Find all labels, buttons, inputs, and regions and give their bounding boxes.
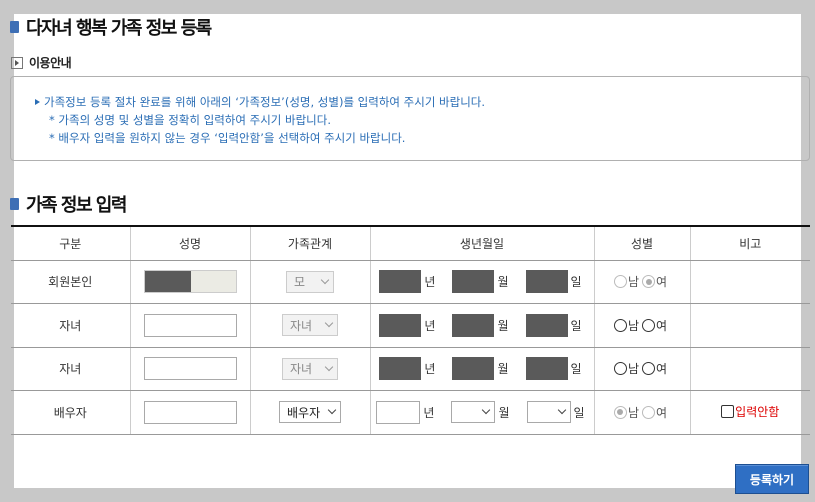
family-table: 구분 성명 가족관계 생년월일 성별 비고 회원본인 모 년 월 일 남 여 자… — [11, 225, 810, 435]
birth-month-masked — [452, 270, 495, 294]
col-note: 비고 — [689, 225, 810, 261]
guide-title: 이용안내 — [11, 54, 72, 71]
gender-female-radio[interactable] — [642, 318, 655, 332]
table-header-row: 구분 성명 가족관계 생년월일 성별 비고 — [11, 225, 810, 261]
checkbox-icon[interactable] — [721, 405, 735, 419]
table-row: 자녀 자녀 년 월 일 남 여 — [11, 303, 810, 348]
relation-select-child-2: 자녀 — [282, 357, 338, 380]
page-title: 다자녀 행복 가족 정보 등록 — [10, 14, 212, 40]
birth-year-masked — [379, 270, 422, 294]
name-input-spouse[interactable] — [143, 400, 237, 424]
no-input-checkbox[interactable]: 입력안함 — [721, 403, 779, 420]
birth-day-masked — [525, 357, 568, 381]
row-note — [689, 260, 810, 304]
guide-title-text: 이용안내 — [29, 56, 72, 70]
birth-month-select[interactable] — [451, 401, 496, 424]
row-note — [689, 347, 810, 391]
gender-male-radio[interactable] — [613, 318, 627, 332]
name-input-child-1[interactable] — [143, 313, 237, 337]
guide-line-1: 가족정보 등록 절차 완료를 위해 아래의 ‘가족정보’(성명, 성별)를 입력… — [35, 93, 809, 111]
guide-box: 가족정보 등록 절차 완료를 위해 아래의 ‘가족정보’(성명, 성별)를 입력… — [10, 76, 810, 161]
row-category: 회원본인 — [11, 260, 130, 304]
gender-female-radio — [642, 275, 655, 289]
chevron-down-icon — [327, 406, 337, 415]
name-input-child-2[interactable] — [143, 357, 237, 381]
relation-select-self: 모 — [286, 270, 334, 293]
gender-female-radio — [642, 405, 655, 419]
page-title-text: 다자녀 행복 가족 정보 등록 — [26, 18, 212, 39]
birth-month-masked — [452, 357, 495, 381]
relation-select-child-1: 자녀 — [282, 314, 338, 337]
guide-line-3: * 배우자 입력을 원하지 않는 경우 ‘입력안함’을 선택하여 주시기 바랍니… — [49, 131, 406, 145]
form-title-text: 가족 정보 입력 — [26, 195, 127, 216]
chevron-down-icon — [324, 362, 334, 371]
name-input-self — [143, 270, 237, 294]
chevron-down-icon — [482, 406, 491, 415]
table-row: 회원본인 모 년 월 일 남 여 — [11, 260, 810, 304]
gender-male-radio — [613, 275, 627, 289]
submit-button[interactable]: 등록하기 — [735, 464, 809, 494]
row-category: 자녀 — [11, 347, 130, 391]
chevron-down-icon — [324, 319, 334, 328]
gender-male-radio[interactable] — [613, 362, 627, 376]
col-birthdate: 생년월일 — [369, 225, 594, 261]
chevron-down-icon — [557, 406, 566, 415]
birth-month-masked — [452, 313, 495, 337]
chevron-down-icon — [320, 275, 330, 284]
guide-line-2: * 가족의 성명 및 성별을 정확히 입력하여 주시기 바랍니다. — [49, 113, 331, 127]
birth-year-masked — [379, 357, 422, 381]
col-name: 성명 — [129, 225, 250, 261]
gender-male-radio — [613, 405, 627, 419]
col-relation: 가족관계 — [249, 225, 370, 261]
birth-day-masked — [525, 313, 568, 337]
relation-select-spouse[interactable]: 배우자 — [279, 401, 341, 424]
play-triangle-icon — [11, 56, 23, 69]
row-category: 배우자 — [11, 390, 130, 435]
masked-name — [144, 271, 191, 293]
table-row: 배우자 배우자 년 월 일 남 여 입력안함 — [11, 390, 810, 435]
table-row: 자녀 자녀 년 월 일 남 여 — [11, 347, 810, 391]
birth-year-input[interactable] — [376, 400, 421, 424]
birth-day-select[interactable] — [526, 401, 571, 424]
row-category: 자녀 — [11, 303, 130, 348]
form-title: 가족 정보 입력 — [10, 191, 127, 217]
birth-day-masked — [525, 270, 568, 294]
arrow-right-icon — [35, 99, 40, 105]
row-note — [689, 303, 810, 348]
gender-female-radio[interactable] — [642, 362, 655, 376]
birth-year-masked — [379, 313, 422, 337]
col-category: 구분 — [11, 225, 130, 261]
col-gender: 성별 — [593, 225, 690, 261]
title-bullet-icon — [10, 198, 19, 210]
title-bullet-icon — [10, 21, 19, 33]
